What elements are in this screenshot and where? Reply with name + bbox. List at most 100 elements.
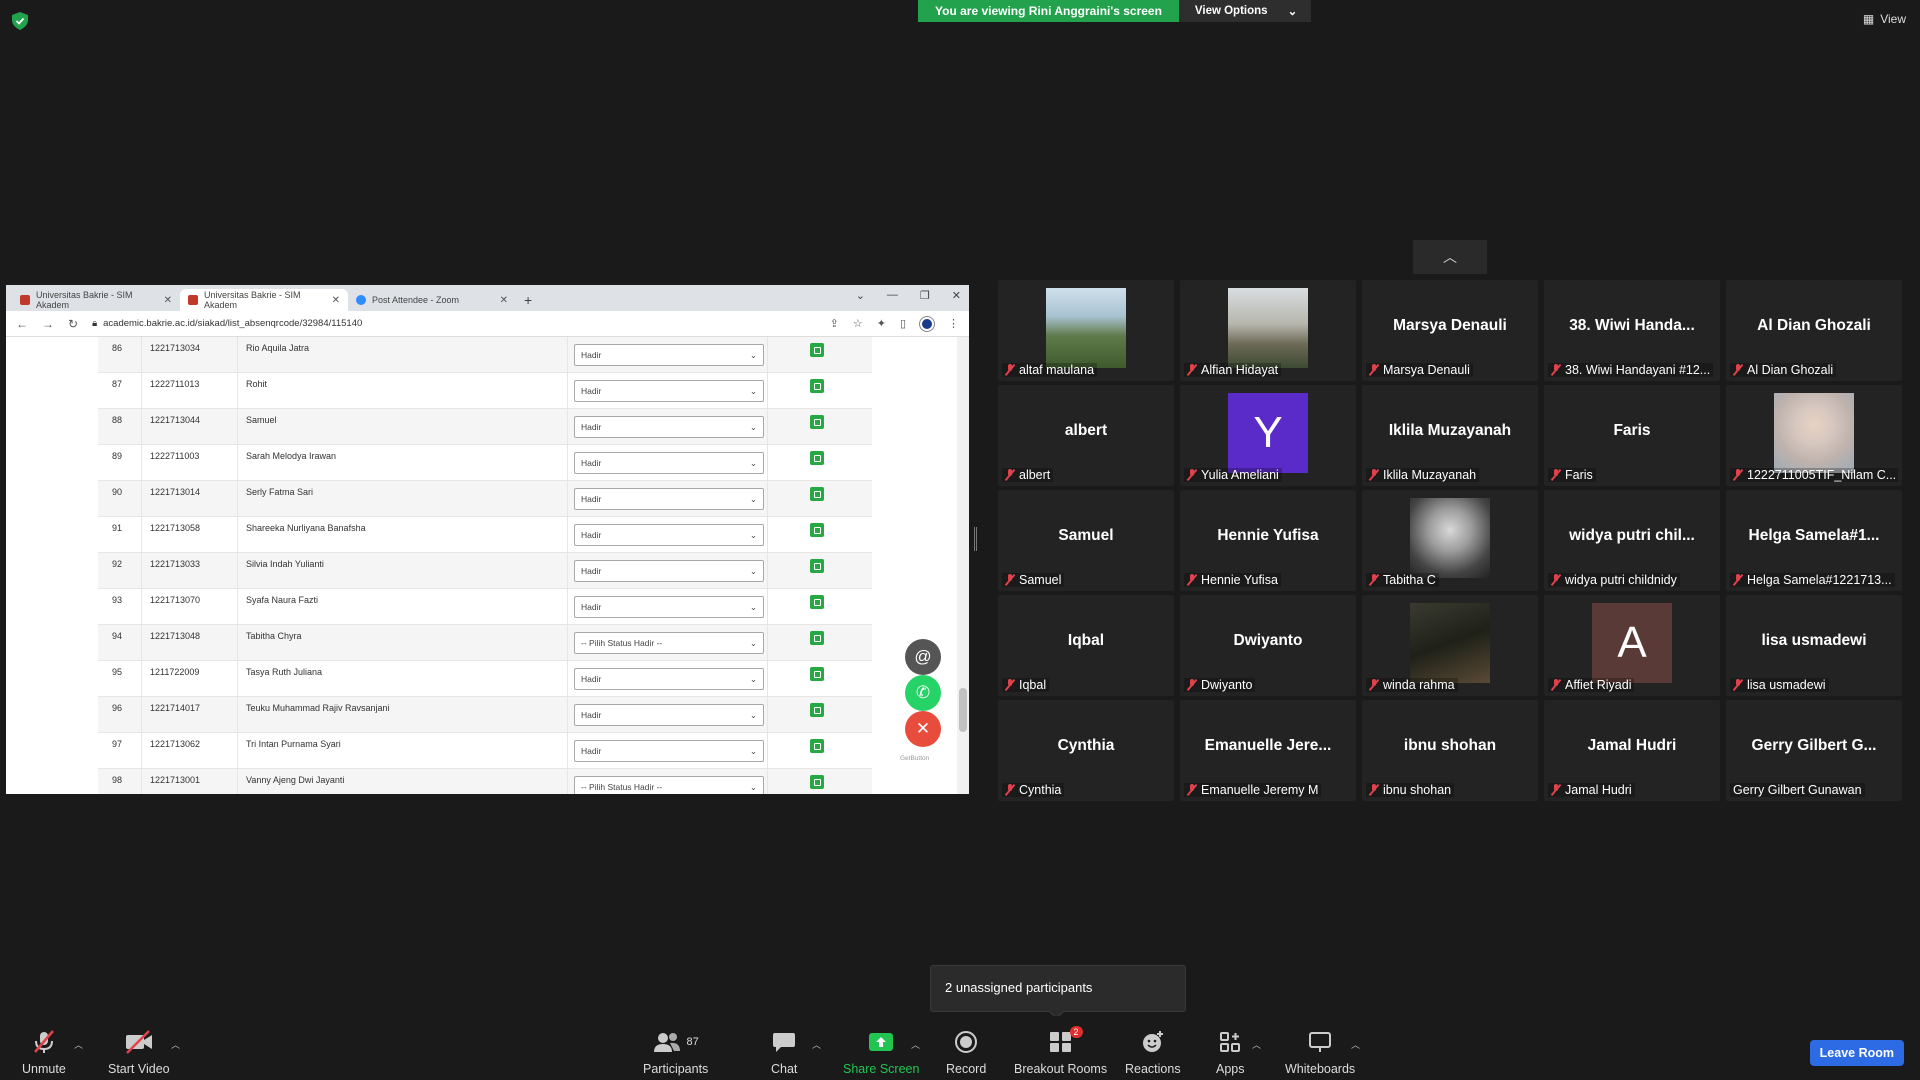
start-video-button[interactable]: Start Video [108,1030,170,1076]
attendance-status-select[interactable]: Hadir ⌄ [574,740,764,762]
save-button[interactable] [810,379,824,393]
save-button[interactable] [810,559,824,573]
save-button[interactable] [810,523,824,537]
extensions-icon[interactable]: ✦ [877,317,886,330]
email-fab-button[interactable]: @ [905,639,941,675]
share-screen-button[interactable]: Share Screen [843,1030,919,1076]
gallery-page-up-button[interactable]: ︿ [1413,240,1487,274]
browser-tab[interactable]: Post Attendee - Zoom ✕ [348,289,516,311]
attendance-status-select[interactable]: Hadir ⌄ [574,416,764,438]
chat-button[interactable]: Chat [771,1030,797,1076]
maximize-icon[interactable]: ❐ [920,289,930,302]
participant-tile[interactable]: Cynthia Cynthia [998,700,1174,801]
participant-tile[interactable]: albert albert [998,385,1174,486]
participant-tile[interactable]: Y Yulia Ameliani [1180,385,1356,486]
whatsapp-fab-button[interactable]: ✆ [905,675,941,711]
video-options-caret-icon[interactable]: ︿ [171,1038,180,1051]
record-button[interactable]: Record [946,1030,986,1076]
unassigned-participants-tooltip[interactable]: 2 unassigned participants [930,965,1186,1012]
window-close-icon[interactable]: ✕ [952,289,961,302]
whiteboards-button[interactable]: Whiteboards [1285,1030,1355,1076]
save-button[interactable] [810,775,824,789]
whiteboards-options-caret-icon[interactable]: ︿ [1351,1038,1360,1051]
view-button[interactable]: ▦ View [1863,12,1906,26]
reactions-button[interactable]: Reactions [1125,1030,1181,1076]
participant-tile[interactable]: Iklila Muzayanah Iklila Muzayanah [1362,385,1538,486]
attendance-status-select[interactable]: Hadir ⌄ [574,668,764,690]
chat-options-caret-icon[interactable]: ︿ [812,1038,821,1051]
participant-tile[interactable]: Faris Faris [1544,385,1720,486]
save-button[interactable] [810,739,824,753]
attendance-status-select[interactable]: Hadir ⌄ [574,524,764,546]
attendance-status-select[interactable]: -- Pilih Status Hadir -- ⌄ [574,632,764,654]
profile-avatar[interactable] [920,316,934,331]
save-button[interactable] [810,415,824,429]
participants-button[interactable]: 87 Participants [643,1030,708,1076]
tab-search-icon[interactable]: ⌄ [856,289,865,302]
save-button[interactable] [810,487,824,501]
participant-tile[interactable]: ibnu shohan ibnu shohan [1362,700,1538,801]
save-button[interactable] [810,667,824,681]
attendance-status-select[interactable]: -- Pilih Status Hadir -- ⌄ [574,776,764,794]
participant-tile[interactable]: Dwiyanto Dwiyanto [1180,595,1356,696]
share-options-caret-icon[interactable]: ︿ [911,1038,920,1051]
attendance-status-select[interactable]: Hadir ⌄ [574,560,764,582]
save-button[interactable] [810,595,824,609]
leave-room-button[interactable]: Leave Room [1809,1040,1904,1066]
participant-tile[interactable]: Hennie Yufisa Hennie Yufisa [1180,490,1356,591]
participant-tile[interactable]: Helga Samela#1... Helga Samela#1221713... [1726,490,1902,591]
new-tab-icon[interactable]: + [516,292,540,311]
forward-icon[interactable]: → [42,317,54,331]
participant-tile[interactable]: 1222711005TIF_Nilam C... [1726,385,1902,486]
participant-tile[interactable]: Iqbal Iqbal [998,595,1174,696]
minimize-icon[interactable]: — [887,289,898,302]
participant-tile[interactable]: Alfian Hidayat [1180,280,1356,381]
url-field[interactable]: 🔒︎ academic.bakrie.ac.id/siakad/list_abs… [92,318,362,329]
participant-tile[interactable]: lisa usmadewi lisa usmadewi [1726,595,1902,696]
attendance-status-select[interactable]: Hadir ⌄ [574,596,764,618]
participant-tile[interactable]: 38. Wiwi Handa... 38. Wiwi Handayani #12.… [1544,280,1720,381]
apps-options-caret-icon[interactable]: ︿ [1252,1038,1261,1051]
participant-tile[interactable]: Jamal Hudri Jamal Hudri [1544,700,1720,801]
participant-tile[interactable]: winda rahma [1362,595,1538,696]
close-fab-button[interactable]: ✕ [905,711,941,747]
back-icon[interactable]: ← [16,317,28,331]
participant-tile[interactable]: Al Dian Ghozali Al Dian Ghozali [1726,280,1902,381]
participant-tile[interactable]: A Affiet Riyadi [1544,595,1720,696]
splitter-handle[interactable] [974,527,977,551]
reload-icon[interactable]: ↻ [68,317,78,331]
close-icon[interactable]: ✕ [332,295,340,306]
scrollbar-thumb[interactable] [959,688,967,732]
save-button[interactable] [810,631,824,645]
close-icon[interactable]: ✕ [164,295,172,306]
unmute-button[interactable]: Unmute [22,1030,66,1076]
page-scrollbar[interactable] [957,337,969,794]
breakout-rooms-button[interactable]: 2 Breakout Rooms [1014,1026,1107,1076]
close-icon[interactable]: ✕ [500,295,508,306]
participant-tile[interactable]: Samuel Samuel [998,490,1174,591]
attendance-status-select[interactable]: Hadir ⌄ [574,380,764,402]
attendance-status-select[interactable]: Hadir ⌄ [574,344,764,366]
participant-tile[interactable]: Emanuelle Jere... Emanuelle Jeremy M [1180,700,1356,801]
save-button[interactable] [810,343,824,357]
menu-icon[interactable]: ⋮ [948,317,959,330]
shield-icon[interactable] [12,12,28,30]
browser-tab[interactable]: Universitas Bakrie - SIM Akadem ✕ [12,289,180,311]
participant-tile[interactable]: altaf maulana [998,280,1174,381]
attendance-status-select[interactable]: Hadir ⌄ [574,488,764,510]
audio-options-caret-icon[interactable]: ︿ [74,1038,83,1051]
view-options-button[interactable]: View Options ⌄ [1178,0,1312,22]
attendance-status-select[interactable]: Hadir ⌄ [574,704,764,726]
save-button[interactable] [810,451,824,465]
participant-tile[interactable]: widya putri chil... widya putri childnidy [1544,490,1720,591]
share-icon[interactable]: ⇪ [830,317,839,330]
apps-button[interactable]: Apps [1216,1030,1245,1076]
save-button[interactable] [810,703,824,717]
participant-tile[interactable]: Gerry Gilbert G... Gerry Gilbert Gunawan [1726,700,1902,801]
side-panel-icon[interactable]: ▯ [900,317,906,330]
star-icon[interactable]: ☆ [853,317,863,330]
participant-tile[interactable]: Marsya Denauli Marsya Denauli [1362,280,1538,381]
attendance-status-select[interactable]: Hadir ⌄ [574,452,764,474]
participant-tile[interactable]: Tabitha C [1362,490,1538,591]
browser-tab-active[interactable]: Universitas Bakrie - SIM Akadem ✕ [180,289,348,311]
